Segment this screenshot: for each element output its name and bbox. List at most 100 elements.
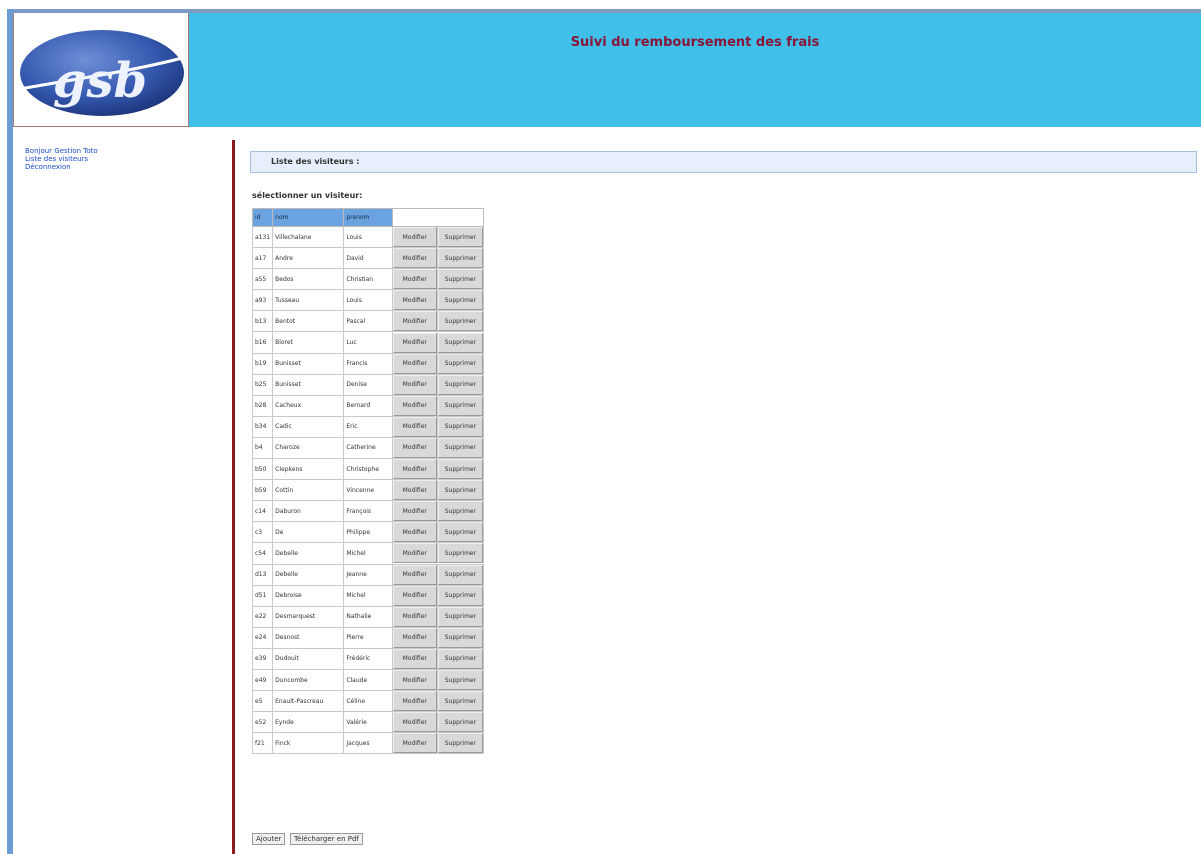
cell-nom: Enault-Pascreau: [272, 690, 345, 713]
table-row: e22 Desmarquest Nathalie Modifier Supprimer: [251, 605, 485, 628]
cell-nom: Clepkens: [272, 458, 345, 481]
delete-button[interactable]: Supprimer: [438, 480, 483, 500]
cell-nom: Dudouit: [272, 647, 345, 670]
modify-button[interactable]: Modifier: [393, 712, 437, 732]
modify-button-cell: Modifier: [391, 225, 438, 249]
modify-button[interactable]: Modifier: [393, 438, 437, 458]
modify-button[interactable]: Modifier: [393, 607, 437, 627]
cell-nom: Desnost: [272, 626, 345, 649]
delete-button-cell: Supprimer: [436, 584, 485, 607]
sidebar-item-visitors-list[interactable]: Liste des visiteurs: [25, 155, 98, 163]
delete-button[interactable]: Supprimer: [438, 522, 483, 542]
cell-id: b4: [251, 436, 274, 460]
column-header-prenom: prenom: [343, 208, 393, 227]
table-row: e39 Dudouit Frédéric Modifier Supprimer: [251, 647, 485, 670]
modify-button[interactable]: Modifier: [393, 417, 437, 437]
modify-button-cell: Modifier: [391, 605, 438, 628]
delete-button[interactable]: Supprimer: [438, 586, 483, 606]
modify-button[interactable]: Modifier: [393, 227, 437, 247]
content-divider: [232, 140, 235, 854]
modify-button[interactable]: Modifier: [393, 543, 437, 563]
table-row: a17 Andre David Modifier Supprimer: [251, 247, 485, 270]
modify-button[interactable]: Modifier: [393, 586, 437, 606]
modify-button[interactable]: Modifier: [393, 522, 437, 542]
column-header-nom: nom: [272, 208, 345, 227]
delete-button[interactable]: Supprimer: [438, 733, 483, 753]
modify-button[interactable]: Modifier: [393, 375, 437, 395]
modify-button[interactable]: Modifier: [393, 248, 437, 268]
delete-button[interactable]: Supprimer: [438, 649, 483, 669]
delete-button[interactable]: Supprimer: [438, 501, 483, 521]
modify-button[interactable]: Modifier: [393, 628, 437, 648]
modify-button[interactable]: Modifier: [393, 649, 437, 669]
delete-button-cell: Supprimer: [436, 732, 485, 755]
delete-button[interactable]: Supprimer: [438, 375, 483, 395]
cell-id: e52: [251, 711, 274, 734]
delete-button-cell: Supprimer: [436, 668, 485, 692]
delete-button[interactable]: Supprimer: [438, 712, 483, 732]
modify-button[interactable]: Modifier: [393, 691, 437, 711]
modify-button[interactable]: Modifier: [393, 332, 437, 353]
cell-prenom: Michel: [343, 542, 393, 565]
cell-prenom: Pierre: [343, 626, 393, 649]
modify-button[interactable]: Modifier: [393, 354, 437, 374]
modify-button[interactable]: Modifier: [393, 396, 437, 416]
delete-button[interactable]: Supprimer: [438, 248, 483, 268]
delete-button-cell: Supprimer: [436, 479, 485, 502]
modify-button[interactable]: Modifier: [393, 733, 437, 753]
cell-id: a55: [251, 268, 274, 291]
modify-button[interactable]: Modifier: [393, 311, 437, 331]
delete-button[interactable]: Supprimer: [438, 417, 483, 437]
delete-button[interactable]: Supprimer: [438, 565, 483, 585]
modify-button[interactable]: Modifier: [393, 670, 437, 690]
delete-button[interactable]: Supprimer: [438, 607, 483, 627]
modify-button[interactable]: Modifier: [393, 501, 437, 521]
delete-button-cell: Supprimer: [436, 500, 485, 523]
modify-button[interactable]: Modifier: [393, 459, 437, 479]
delete-button-cell: Supprimer: [436, 563, 485, 586]
cell-nom: Bentot: [272, 310, 345, 333]
delete-button[interactable]: Supprimer: [438, 269, 483, 289]
sidebar-item-greeting[interactable]: Bonjour Gestion Toto: [25, 147, 98, 155]
modify-button-cell: Modifier: [391, 521, 438, 544]
add-visitor-button[interactable]: Ajouter: [252, 833, 286, 845]
table-row: d51 Debroise Michel Modifier Supprimer: [251, 584, 485, 607]
modify-button[interactable]: Modifier: [393, 290, 437, 310]
delete-button[interactable]: Supprimer: [438, 691, 483, 711]
delete-button[interactable]: Supprimer: [438, 543, 483, 563]
delete-button[interactable]: Supprimer: [438, 438, 483, 458]
modify-button[interactable]: Modifier: [393, 565, 437, 585]
modify-button[interactable]: Modifier: [393, 269, 437, 289]
cell-nom: Cadic: [272, 415, 345, 438]
delete-button[interactable]: Supprimer: [438, 227, 483, 247]
modify-button-cell: Modifier: [391, 690, 438, 713]
cell-id: b19: [251, 352, 274, 375]
delete-button[interactable]: Supprimer: [438, 459, 483, 479]
table-row: c3 De Philippe Modifier Supprimer: [251, 521, 485, 544]
delete-button[interactable]: Supprimer: [438, 628, 483, 648]
cell-prenom: François: [343, 500, 393, 523]
delete-button[interactable]: Supprimer: [438, 670, 483, 690]
cell-prenom: Vincenne: [343, 479, 393, 502]
sidebar-menu: Bonjour Gestion Toto Liste des visiteurs…: [25, 147, 98, 171]
delete-button[interactable]: Supprimer: [438, 290, 483, 310]
cell-nom: Debelle: [272, 563, 345, 586]
cell-nom: De: [272, 521, 345, 544]
modify-button[interactable]: Modifier: [393, 480, 437, 500]
modify-button-cell: Modifier: [391, 331, 438, 354]
cell-nom: Finck: [272, 732, 345, 755]
modify-button-cell: Modifier: [391, 373, 438, 396]
cell-prenom: Nathalie: [343, 605, 393, 628]
table-row: b59 Cottin Vincenne Modifier Supprimer: [251, 479, 485, 502]
delete-button[interactable]: Supprimer: [438, 332, 483, 353]
cell-prenom: Michel: [343, 584, 393, 607]
delete-button[interactable]: Supprimer: [438, 354, 483, 374]
delete-button[interactable]: Supprimer: [438, 396, 483, 416]
sidebar-item-logout[interactable]: Déconnexion: [25, 163, 98, 171]
column-header-id: id: [251, 208, 274, 227]
download-pdf-button[interactable]: Télécharger en Pdf: [289, 833, 363, 845]
cell-prenom: Céline: [343, 690, 393, 713]
cell-nom: Desmarquest: [272, 605, 345, 628]
table-row: a55 Bedos Christian Modifier Supprimer: [251, 268, 485, 291]
delete-button[interactable]: Supprimer: [438, 311, 483, 331]
